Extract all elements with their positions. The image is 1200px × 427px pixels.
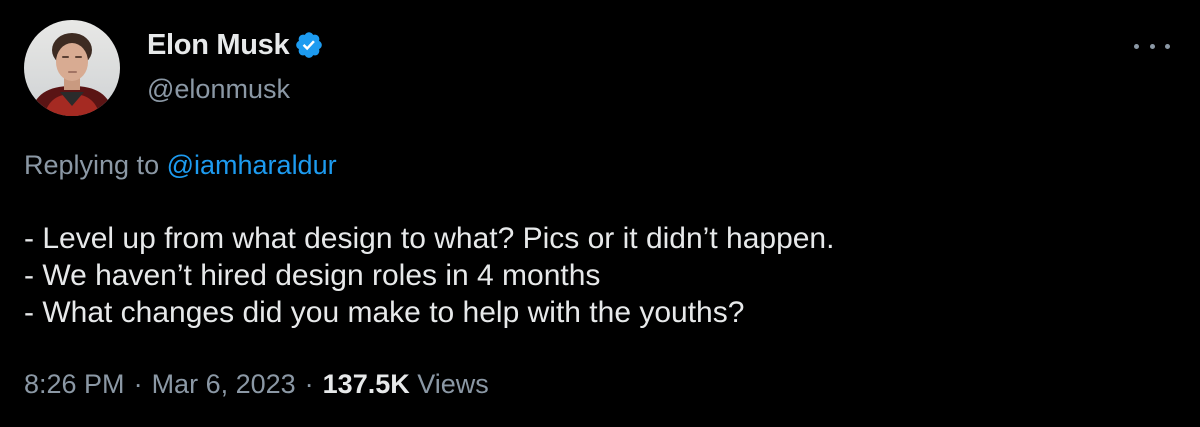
more-horizontal-icon (1134, 43, 1139, 49)
tweet-text: - Level up from what design to what? Pic… (24, 220, 834, 331)
tweet-text-line: - We haven’t hired design roles in 4 mon… (24, 259, 601, 292)
more-horizontal-icon (1165, 43, 1170, 49)
tweet-date: Mar 6, 2023 (151, 369, 296, 399)
verified-badge-icon (296, 32, 323, 58)
author-handle[interactable]: @elonmusk (147, 74, 324, 105)
tweet-timestamp-link[interactable]: 8:26 PM · Mar 6, 2023 (24, 369, 296, 399)
tweet-meta: 8:26 PM · Mar 6, 2023 · 137.5K Views (24, 369, 489, 400)
replying-to: Replying to @iamharaldur (24, 150, 337, 181)
author-block: Elon Musk @elonmusk (147, 26, 324, 105)
views-link[interactable]: 137.5K Views (323, 369, 489, 399)
tweet-card: Elon Musk @elonmusk Replying to @iamhara… (0, 0, 1200, 427)
meta-separator: · (133, 369, 143, 399)
author-name[interactable]: Elon Musk (147, 29, 290, 62)
reply-handle-link[interactable]: @iamharaldur (167, 150, 337, 180)
author-name-row: Elon Musk (147, 26, 324, 64)
tweet-text-line: - What changes did you make to help with… (24, 296, 745, 329)
avatar[interactable] (24, 20, 120, 116)
views-label: Views (417, 369, 489, 399)
more-horizontal-icon (1149, 43, 1155, 49)
more-options-button[interactable] (1134, 34, 1170, 58)
meta-separator: · (304, 369, 314, 399)
replying-to-label: Replying to (24, 150, 160, 180)
tweet-text-line: - Level up from what design to what? Pic… (24, 222, 835, 255)
views-count: 137.5K (322, 369, 410, 399)
tweet-time: 8:26 PM (24, 369, 125, 399)
